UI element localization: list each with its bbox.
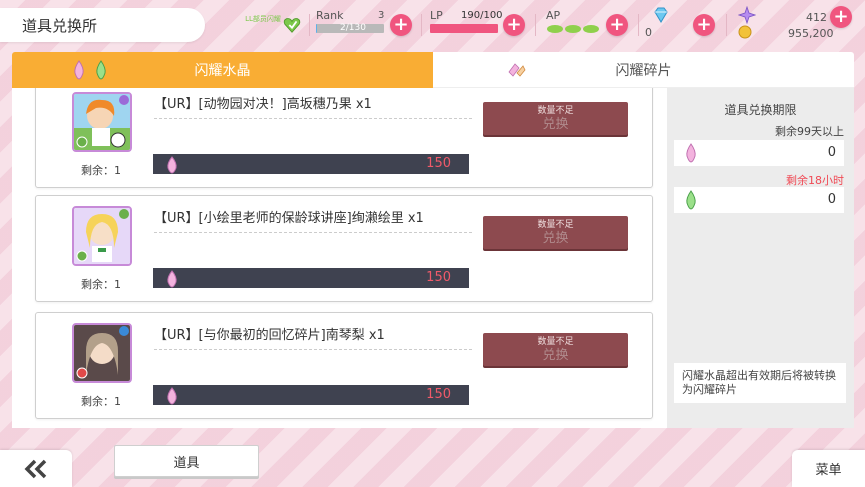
card-thumbnail[interactable]	[72, 206, 132, 266]
heart-icon	[283, 18, 301, 33]
shard-icon	[508, 63, 526, 77]
crystal-pink-icon	[167, 156, 177, 174]
crystal-pink-icon	[686, 143, 696, 163]
club-badge[interactable]: LL部员闪耀	[243, 12, 303, 38]
rank-progress-text: 2/130	[340, 23, 366, 33]
tab-crystal-label: 闪耀水晶	[194, 63, 251, 79]
exchange-button[interactable]: 数量不足 兑换	[483, 333, 628, 366]
lp-value: 190/100	[461, 10, 503, 21]
rank-label: Rank	[316, 9, 344, 22]
star-count: 412	[806, 11, 827, 24]
cost-value: 150	[426, 156, 451, 171]
gem-plus-button[interactable]: +	[693, 14, 715, 36]
diamond-icon	[654, 7, 668, 23]
crystal-green-count-box: 0	[674, 187, 844, 213]
item-name: 【UR】[与你最初的回忆碎片]南琴梨 x1	[154, 324, 472, 350]
exchange-label: 兑换	[542, 348, 569, 363]
exchange-panel: 剩余：1 【UR】[动物园对决！]高坂穗乃果 x1 150 数量不足 兑换 剩余…	[12, 88, 854, 428]
items-button[interactable]: 道具	[114, 445, 259, 477]
ap-shoes-icon	[547, 25, 599, 33]
lp-progress-bar	[430, 24, 498, 33]
gold-count: 955,200	[788, 27, 834, 40]
card-thumbnail[interactable]	[72, 92, 132, 152]
sparkle-icon	[738, 6, 756, 24]
list-item: 剩余：1 【UR】[小绘里老师的保龄球讲座]绚濑绘里 x1 150 数量不足 兑…	[35, 195, 653, 302]
eli-card-image	[74, 208, 130, 264]
crystal-pink-count: 0	[827, 145, 836, 160]
divider	[726, 14, 727, 36]
tab-shard-label: 闪耀碎片	[615, 62, 672, 79]
card-thumbnail[interactable]	[72, 323, 132, 383]
remaining-count: 剩余：1	[81, 395, 121, 408]
cost-bar: 150	[153, 268, 469, 288]
divider	[638, 14, 639, 36]
crystal-pink-count-box: 0	[674, 140, 844, 166]
page-title: 道具兑换所	[0, 8, 205, 42]
top-bar: 道具兑换所 LL部员闪耀 Rank 3 2/130 + LP 190/100 +…	[0, 0, 865, 46]
expiry-header: 道具兑换期限	[724, 103, 797, 117]
exchange-list[interactable]: 剩余：1 【UR】[动物园对决！]高坂穗乃果 x1 150 数量不足 兑换 剩余…	[24, 88, 654, 428]
remaining-count: 剩余：1	[81, 278, 121, 291]
crystal-pink-icon	[167, 387, 177, 405]
cost-bar: 150	[153, 385, 469, 405]
expiry-note-short: 剩余18小时	[786, 174, 844, 187]
lp-label: LP	[430, 9, 443, 22]
divider	[309, 14, 310, 36]
item-name: 【UR】[动物园对决！]高坂穗乃果 x1	[154, 93, 472, 119]
ap-plus-button[interactable]: +	[606, 14, 628, 36]
remaining-count: 剩余：1	[81, 164, 121, 177]
tab-crystal[interactable]: 闪耀水晶	[12, 52, 433, 88]
tab-shard[interactable]: 闪耀碎片	[433, 52, 854, 88]
exchange-button[interactable]: 数量不足 兑换	[483, 216, 628, 249]
lp-progress-fill	[430, 24, 498, 33]
rank-level: 3	[378, 10, 385, 21]
gem-count: 0	[645, 26, 652, 39]
conversion-note: 闪耀水晶超出有效期后将被转换为闪耀碎片	[674, 363, 846, 403]
lp-plus-button[interactable]: +	[503, 14, 525, 36]
cost-value: 150	[426, 387, 451, 402]
kotori-card-image	[74, 325, 130, 381]
crystal-pink-icon	[74, 60, 84, 80]
crystal-green-count: 0	[827, 192, 836, 207]
gold-coin-icon	[738, 25, 752, 39]
expiry-note-long: 剩余99天以上	[775, 125, 844, 138]
cost-value: 150	[426, 270, 451, 285]
expiry-info-panel: 道具兑换期限 剩余99天以上 0 剩余18小时 0 闪耀水晶超出有效期后将被转换…	[667, 88, 854, 428]
exchange-button[interactable]: 数量不足 兑换	[483, 102, 628, 135]
exchange-label: 兑换	[542, 231, 569, 246]
item-name: 【UR】[小绘里老师的保龄球讲座]绚濑绘里 x1	[154, 207, 472, 233]
menu-button[interactable]: 菜单	[792, 450, 865, 487]
divider	[421, 14, 422, 36]
crystal-pink-icon	[167, 270, 177, 288]
rank-plus-button[interactable]: +	[390, 14, 412, 36]
divider	[535, 14, 536, 36]
back-button[interactable]	[0, 450, 72, 487]
list-item: 剩余：1 【UR】[动物园对决！]高坂穗乃果 x1 150 数量不足 兑换	[35, 88, 653, 188]
list-item: 剩余：1 【UR】[与你最初的回忆碎片]南琴梨 x1 150 数量不足 兑换	[35, 312, 653, 419]
honoka-card-image	[74, 94, 130, 150]
rank-progress-fill	[316, 24, 318, 33]
currency-plus-button[interactable]: +	[830, 6, 852, 28]
crystal-green-icon	[96, 60, 106, 80]
club-badge-text: LL部员闪耀	[245, 15, 281, 23]
double-chevron-left-icon	[24, 459, 47, 478]
crystal-green-icon	[686, 190, 696, 210]
cost-bar: 150	[153, 154, 469, 174]
exchange-label: 兑换	[542, 117, 569, 132]
